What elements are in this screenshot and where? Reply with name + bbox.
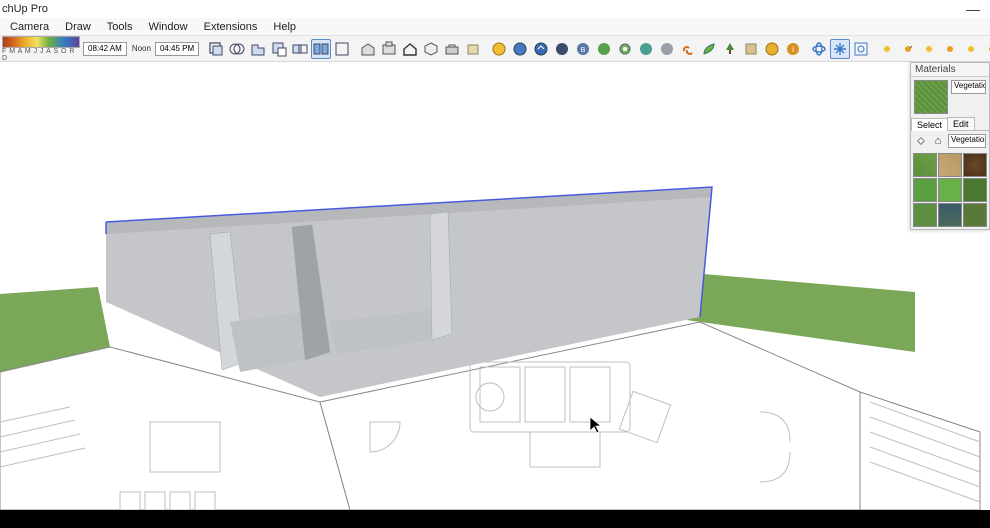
menu-camera[interactable]: Camera — [2, 19, 57, 35]
materials-home-icon[interactable]: ⌂ — [931, 134, 945, 148]
3d-viewport[interactable] — [0, 62, 990, 510]
materials-title: Materials — [911, 63, 989, 77]
minimize-button[interactable]: — — [958, 1, 988, 17]
extension-warehouse-icon[interactable] — [379, 39, 399, 59]
marker-5-icon[interactable] — [961, 39, 981, 59]
sphere-green-icon[interactable] — [594, 39, 614, 59]
toolbox-icon[interactable] — [442, 39, 462, 59]
materials-tabs: Select Edit — [911, 117, 989, 131]
globe-yellow-icon[interactable] — [489, 39, 509, 59]
leaf-green-icon[interactable] — [699, 39, 719, 59]
menu-window[interactable]: Window — [140, 19, 195, 35]
shadow-month-letters: F M A M J J A S O R D — [2, 48, 78, 62]
sphere-dark-icon[interactable] — [552, 39, 572, 59]
component-icon[interactable] — [421, 39, 441, 59]
titlebar: chUp Pro — — [0, 0, 990, 18]
solid-union-icon[interactable] — [248, 39, 268, 59]
materials-tab-edit[interactable]: Edit — [947, 117, 975, 130]
materials-panel: Materials Vegetation_g Select Edit ⬦ ⌂ V… — [910, 62, 990, 230]
tree-icon[interactable] — [720, 39, 740, 59]
swatch-moss[interactable] — [963, 178, 987, 202]
shadow-time-gradient[interactable] — [2, 36, 80, 48]
swatch-conifer[interactable] — [938, 203, 962, 227]
orbit-icon[interactable] — [809, 39, 829, 59]
swatch-grass-2[interactable] — [913, 178, 937, 202]
materials-library-select[interactable]: Vegetation — [948, 134, 986, 148]
solid-outer-shell-icon[interactable] — [206, 39, 226, 59]
coin-icon[interactable] — [762, 39, 782, 59]
marker-6-icon[interactable] — [982, 39, 990, 59]
3d-warehouse-icon[interactable] — [358, 39, 378, 59]
solid-subtract-icon[interactable] — [269, 39, 289, 59]
materials-back-icon[interactable]: ⬦ — [914, 134, 928, 148]
sphere-nav-icon[interactable] — [531, 39, 551, 59]
materials-swatch-grid — [911, 151, 989, 229]
svg-text:B: B — [581, 47, 586, 54]
menu-draw[interactable]: Draw — [57, 19, 99, 35]
marker-2-icon[interactable] — [898, 39, 918, 59]
materials-tab-select[interactable]: Select — [911, 118, 948, 131]
swatch-grass-3[interactable] — [938, 178, 962, 202]
solid-intersect-icon[interactable] — [227, 39, 247, 59]
toolbar: F M A M J J A S O R D 08:42 AM Noon 04:4… — [0, 36, 990, 62]
swatch-grass-4[interactable] — [913, 203, 937, 227]
gear-green-icon[interactable] — [615, 39, 635, 59]
marker-1-icon[interactable] — [877, 39, 897, 59]
package-icon[interactable] — [463, 39, 483, 59]
solid-tool-7-icon[interactable] — [332, 39, 352, 59]
sphere-teal-icon[interactable] — [636, 39, 656, 59]
menu-tools[interactable]: Tools — [99, 19, 141, 35]
material-name-field[interactable]: Vegetation_g — [951, 80, 986, 94]
sphere-grey-icon[interactable] — [657, 39, 677, 59]
app-title: chUp Pro — [2, 3, 48, 15]
box-tan-icon[interactable] — [741, 39, 761, 59]
swatch-sand[interactable] — [938, 153, 962, 177]
sphere-blue-icon[interactable] — [510, 39, 530, 59]
time-noon-label: Noon — [129, 44, 154, 53]
time-start[interactable]: 08:42 AM — [83, 42, 127, 56]
sphere-badge-icon[interactable]: B — [573, 39, 593, 59]
solid-trim-icon[interactable] — [290, 39, 310, 59]
menu-help[interactable]: Help — [265, 19, 304, 35]
house-icon[interactable] — [400, 39, 420, 59]
menu-extensions[interactable]: Extensions — [196, 19, 266, 35]
info-icon[interactable]: i — [783, 39, 803, 59]
swatch-grass-lush[interactable] — [913, 153, 937, 177]
solid-split-icon[interactable] — [311, 39, 331, 59]
zoom-extents-icon[interactable] — [851, 39, 871, 59]
time-end[interactable]: 04:45 PM — [155, 42, 199, 56]
menubar: Camera Draw Tools Window Extensions Help — [0, 18, 990, 36]
link-orange-icon[interactable] — [678, 39, 698, 59]
swatch-fern[interactable] — [963, 203, 987, 227]
material-preview-swatch[interactable] — [914, 80, 948, 114]
swatch-bark[interactable] — [963, 153, 987, 177]
svg-text:i: i — [792, 45, 794, 54]
marker-4-icon[interactable] — [940, 39, 960, 59]
pan-icon[interactable] — [830, 39, 850, 59]
marker-3-icon[interactable] — [919, 39, 939, 59]
